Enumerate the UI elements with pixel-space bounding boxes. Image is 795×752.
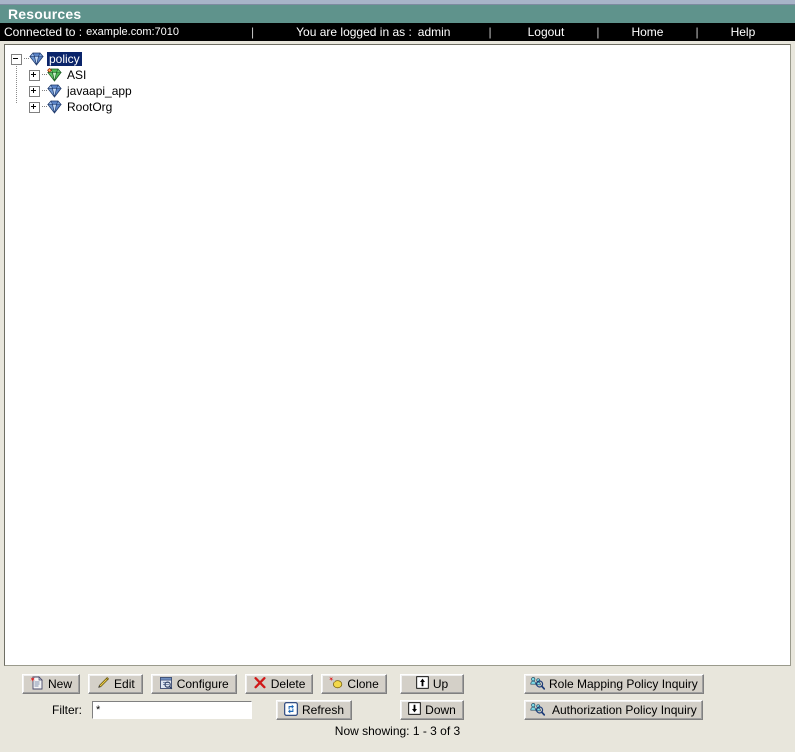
role-mapping-policy-inquiry-button[interactable]: Role Mapping Policy Inquiry [524,674,704,694]
down-button-label: Down [425,703,456,717]
resource-tree-panel[interactable]: policy ASI javaapi_app RootOrg [4,44,791,666]
policy-inquiry-icon [530,702,546,719]
authorization-policy-inquiry-button[interactable]: Authorization Policy Inquiry [524,700,703,720]
tree-node-asi[interactable]: ASI [11,67,790,83]
delete-button-label: Delete [270,677,306,691]
logged-in-user: admin [417,25,451,39]
tree-node-label-asi[interactable]: ASI [65,68,88,82]
clone-icon [329,675,343,693]
up-button[interactable]: Up [400,674,464,694]
new-button[interactable]: New [22,674,81,694]
tree-connector-line [16,63,17,103]
nav-separator-2: | [488,25,492,39]
new-document-icon [30,675,44,693]
nav-separator-1: | [251,25,255,39]
nav-link-logout[interactable]: Logout [528,23,565,41]
refresh-button[interactable]: Refresh [276,700,353,720]
clone-button-label: Clone [347,677,379,691]
nav-link-help[interactable]: Help [731,23,756,41]
arrow-up-icon [416,676,429,692]
page-body: policy ASI javaapi_app RootOrg New Edit … [0,41,795,752]
toolbar-row-filter: Filter: Refresh [32,700,353,720]
logged-in-label: You are logged in as : [296,25,412,39]
new-button-label: New [48,677,73,691]
configure-button[interactable]: Configure [150,674,237,694]
blue-gem-icon [47,100,62,114]
filter-label: Filter: [52,703,82,717]
refresh-icon [284,701,298,719]
blue-gem-icon [29,52,44,66]
tree-node-label-javaapi-app[interactable]: javaapi_app [65,84,134,98]
edit-button-label: Edit [114,677,135,691]
nav-link-home[interactable]: Home [631,23,663,41]
tree-toggle-javaapi-app-plus-icon[interactable] [29,85,40,97]
connected-to-label: Connected to : [4,25,83,39]
configure-button-label: Configure [176,677,229,691]
authorization-policy-inquiry-label: Authorization Policy Inquiry [552,703,697,717]
tree-node-javaapi-app[interactable]: javaapi_app [11,83,790,99]
status-now-showing: Now showing: 1 - 3 of 3 [334,724,461,738]
connected-to-value: example.com:7010 [86,26,180,38]
global-nav-bar: Connected to : example.com:7010 | You ar… [0,23,795,41]
tree-toggle-rootorg-plus-icon[interactable] [29,101,40,113]
bottom-toolbar: New Edit Configure Delete Clone Up Role … [4,670,791,742]
down-button[interactable]: Down [400,700,464,720]
tree-toggle-policy-minus-icon[interactable] [11,53,22,65]
arrow-down-icon [408,702,421,718]
clone-button[interactable]: Clone [321,674,387,694]
toolbar-row-primary: New Edit Configure Delete Clone [22,674,387,694]
filter-input[interactable] [92,701,252,719]
pencil-icon [96,676,110,693]
delete-button[interactable]: Delete [244,674,314,694]
resource-tree: policy ASI javaapi_app RootOrg [5,45,790,115]
nav-separator-3: | [596,25,600,39]
toolbar-row-up-inquiry: Up Role Mapping Policy Inquiry [400,674,704,694]
policy-inquiry-icon [530,676,546,693]
page-title: Resources [0,5,795,23]
tree-toggle-asi-plus-icon[interactable] [29,69,40,81]
refresh-button-label: Refresh [302,703,345,717]
role-mapping-policy-inquiry-label: Role Mapping Policy Inquiry [549,677,698,691]
edit-button[interactable]: Edit [88,674,143,694]
up-button-label: Up [432,677,449,691]
green-gem-icon [47,68,62,82]
blue-gem-icon [47,84,62,98]
tree-node-label-policy[interactable]: policy [47,52,82,66]
configure-window-icon [159,676,173,693]
red-x-icon [253,676,267,693]
nav-separator-4: | [695,25,699,39]
toolbar-row-down-inquiry: Down Authorization Policy Inquiry [400,700,703,720]
tree-node-rootorg[interactable]: RootOrg [11,99,790,115]
tree-node-policy[interactable]: policy [11,51,790,67]
tree-node-label-rootorg[interactable]: RootOrg [65,100,114,114]
